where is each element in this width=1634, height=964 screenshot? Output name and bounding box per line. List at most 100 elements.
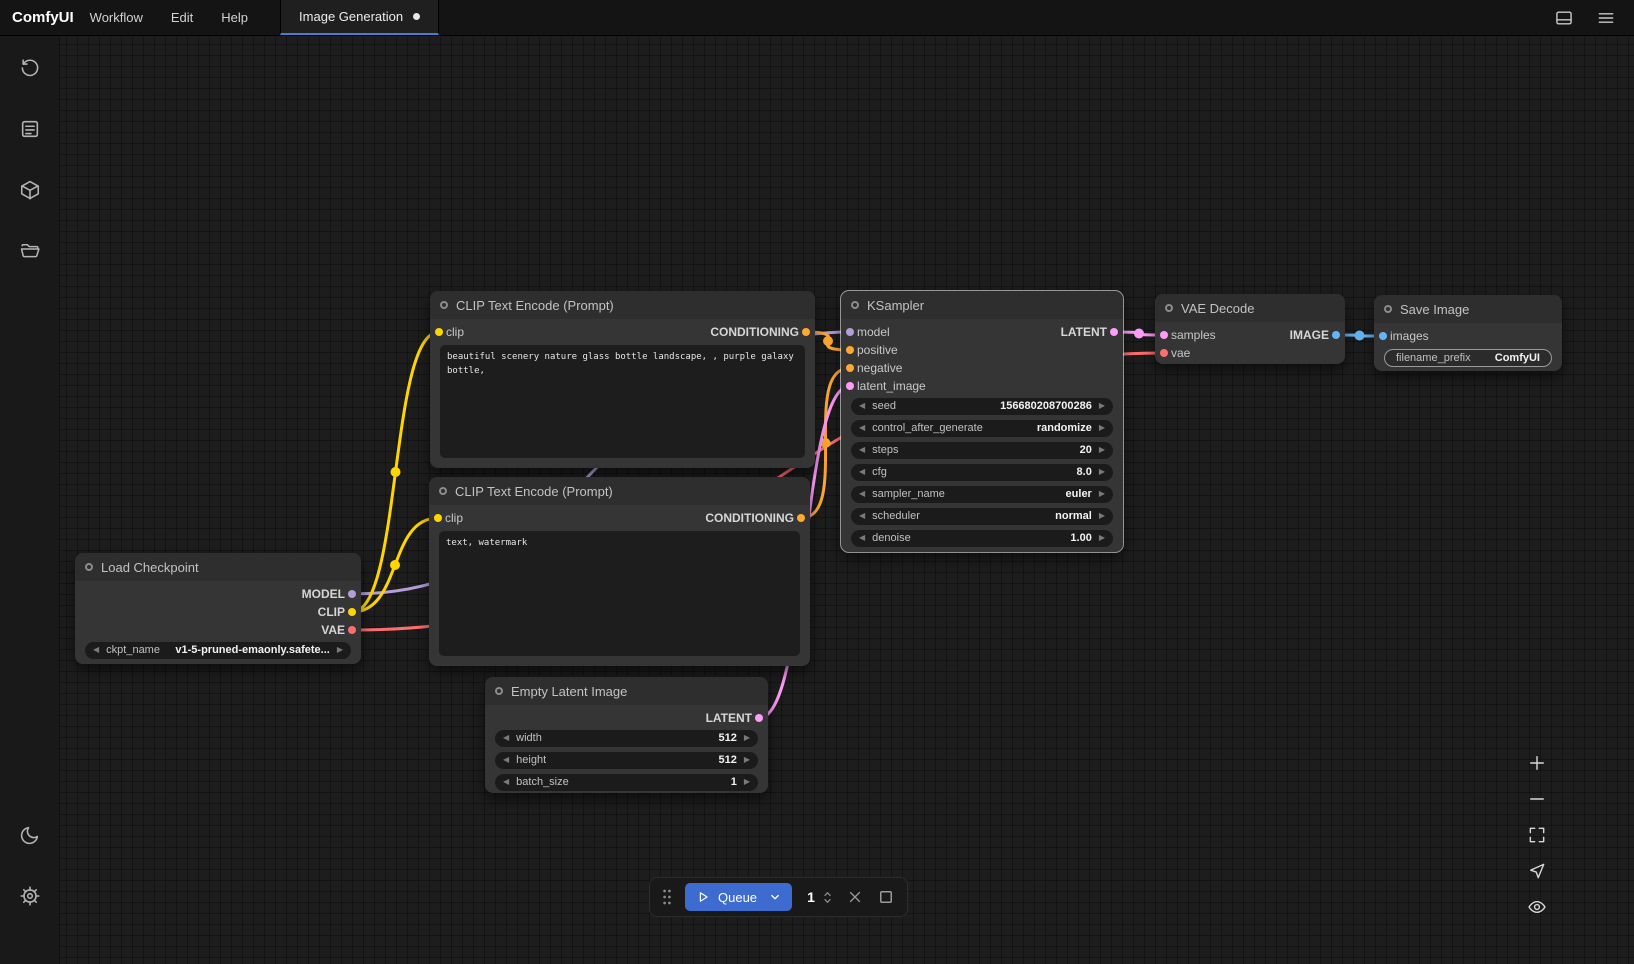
collapse-toggle-icon[interactable] — [851, 301, 859, 309]
output-slot-LATENT[interactable] — [1110, 328, 1118, 336]
increment-arrow-icon[interactable]: ▶ — [1099, 402, 1105, 410]
node-header[interactable]: Load Checkpoint — [75, 553, 361, 581]
node-load-checkpoint[interactable]: Load CheckpointMODELCLIPVAE◀ckpt_namev1-… — [75, 553, 361, 664]
output-slot-CLIP[interactable] — [348, 608, 356, 616]
prompt-textarea[interactable]: beautiful scenery nature glass bottle la… — [440, 345, 805, 458]
node-vae-decode[interactable]: VAE DecodesamplesIMAGEvae — [1155, 294, 1345, 364]
clear-queue-icon[interactable] — [846, 888, 864, 906]
widget-cfg[interactable]: ◀cfg8.0▶ — [851, 464, 1113, 481]
app-logo[interactable]: ComfyUI — [0, 0, 90, 35]
node-clip-text-encode-negative[interactable]: CLIP Text Encode (Prompt)clipCONDITIONIN… — [429, 477, 810, 666]
node-clip-text-encode-positive[interactable]: CLIP Text Encode (Prompt)clipCONDITIONIN… — [430, 291, 815, 468]
increment-arrow-icon[interactable]: ▶ — [1099, 490, 1105, 498]
decrement-arrow-icon[interactable]: ◀ — [503, 778, 509, 786]
input-slot-negative[interactable] — [846, 364, 854, 372]
queue-button[interactable]: Queue — [685, 883, 792, 911]
batch-count-spinner-icon[interactable] — [822, 889, 833, 906]
widget-scheduler[interactable]: ◀schedulernormal▶ — [851, 508, 1113, 525]
node-header[interactable]: CLIP Text Encode (Prompt) — [429, 477, 810, 505]
model-library-icon[interactable] — [10, 170, 50, 210]
theme-toggle-icon[interactable] — [10, 815, 50, 855]
prompt-textarea[interactable]: text, watermark — [439, 531, 800, 656]
menu-workflow[interactable]: Workflow — [90, 10, 143, 25]
node-header[interactable]: Save Image — [1374, 295, 1562, 323]
widget-ckpt_name[interactable]: ◀ckpt_namev1-5-pruned-emaonly.safete...▶ — [85, 642, 351, 659]
decrement-arrow-icon[interactable]: ◀ — [859, 446, 865, 454]
input-slot-positive[interactable] — [846, 346, 854, 354]
zoom-out-icon[interactable] — [1526, 788, 1548, 810]
input-slot-model[interactable] — [846, 328, 854, 336]
widget-width[interactable]: ◀width512▶ — [495, 730, 758, 747]
increment-arrow-icon[interactable]: ▶ — [744, 778, 750, 786]
batch-count-stepper[interactable]: 1 — [805, 889, 833, 906]
node-header[interactable]: KSampler — [841, 291, 1123, 319]
node-library-icon[interactable] — [10, 109, 50, 149]
widget-control_after_generate[interactable]: ◀control_after_generaterandomize▶ — [851, 420, 1113, 437]
menu-edit[interactable]: Edit — [171, 10, 193, 25]
output-slot-IMAGE[interactable] — [1332, 331, 1340, 339]
increment-arrow-icon[interactable]: ▶ — [744, 756, 750, 764]
zoom-in-icon[interactable] — [1526, 752, 1548, 774]
collapse-toggle-icon[interactable] — [85, 563, 93, 571]
drag-handle-icon[interactable] — [662, 888, 672, 906]
widget-filename_prefix[interactable]: filename_prefixComfyUI — [1384, 349, 1552, 367]
fit-view-icon[interactable] — [1526, 824, 1548, 846]
node-header[interactable]: VAE Decode — [1155, 294, 1345, 322]
input-slot-clip[interactable] — [435, 328, 443, 336]
decrement-arrow-icon[interactable]: ◀ — [859, 512, 865, 520]
decrement-arrow-icon[interactable]: ◀ — [859, 424, 865, 432]
widget-denoise[interactable]: ◀denoise1.00▶ — [851, 530, 1113, 547]
toggle-link-visibility-icon[interactable] — [1526, 896, 1548, 918]
increment-arrow-icon[interactable]: ▶ — [337, 646, 343, 654]
collapse-toggle-icon[interactable] — [1165, 304, 1173, 312]
node-canvas[interactable]: Load CheckpointMODELCLIPVAE◀ckpt_namev1-… — [0, 0, 1634, 964]
node-empty-latent-image[interactable]: Empty Latent ImageLATENT◀width512▶◀heigh… — [485, 677, 768, 793]
increment-arrow-icon[interactable]: ▶ — [1099, 468, 1105, 476]
tab-image-generation[interactable]: Image Generation — [280, 0, 439, 35]
widget-height[interactable]: ◀height512▶ — [495, 752, 758, 769]
output-slot-CONDITIONING[interactable] — [797, 514, 805, 522]
workflow-history-icon[interactable] — [10, 48, 50, 88]
input-slot-vae[interactable] — [1160, 349, 1168, 357]
collapse-toggle-icon[interactable] — [1384, 305, 1392, 313]
batch-count-value[interactable]: 1 — [805, 889, 817, 905]
interrupt-icon[interactable] — [877, 888, 895, 906]
decrement-arrow-icon[interactable]: ◀ — [503, 734, 509, 742]
increment-arrow-icon[interactable]: ▶ — [1099, 534, 1105, 542]
increment-arrow-icon[interactable]: ▶ — [744, 734, 750, 742]
input-slot-samples[interactable] — [1160, 331, 1168, 339]
panel-toggle-icon[interactable] — [1554, 8, 1574, 28]
output-slot-VAE[interactable] — [348, 626, 356, 634]
queue-mode-chevron-icon[interactable] — [769, 891, 781, 903]
select-mode-icon[interactable] — [1526, 860, 1548, 882]
increment-arrow-icon[interactable]: ▶ — [1099, 446, 1105, 454]
output-slot-LATENT[interactable] — [755, 714, 763, 722]
hamburger-menu-icon[interactable] — [1596, 8, 1616, 28]
decrement-arrow-icon[interactable]: ◀ — [503, 756, 509, 764]
increment-arrow-icon[interactable]: ▶ — [1099, 512, 1105, 520]
decrement-arrow-icon[interactable]: ◀ — [859, 468, 865, 476]
widget-seed[interactable]: ◀seed156680208700286▶ — [851, 398, 1113, 415]
output-slot-MODEL[interactable] — [348, 590, 356, 598]
menu-help[interactable]: Help — [221, 10, 248, 25]
input-slot-images[interactable] — [1379, 332, 1387, 340]
increment-arrow-icon[interactable]: ▶ — [1099, 424, 1105, 432]
settings-icon[interactable] — [10, 876, 50, 916]
output-slot-CONDITIONING[interactable] — [802, 328, 810, 336]
node-save-image[interactable]: Save Imageimagesfilename_prefixComfyUI — [1374, 295, 1562, 371]
decrement-arrow-icon[interactable]: ◀ — [93, 646, 99, 654]
collapse-toggle-icon[interactable] — [440, 301, 448, 309]
node-header[interactable]: CLIP Text Encode (Prompt) — [430, 291, 815, 319]
node-ksampler[interactable]: KSamplermodelLATENTpositivenegativelaten… — [841, 291, 1123, 552]
widget-steps[interactable]: ◀steps20▶ — [851, 442, 1113, 459]
input-slot-clip[interactable] — [434, 514, 442, 522]
decrement-arrow-icon[interactable]: ◀ — [859, 402, 865, 410]
input-slot-latent_image[interactable] — [846, 382, 854, 390]
collapse-toggle-icon[interactable] — [439, 487, 447, 495]
node-header[interactable]: Empty Latent Image — [485, 677, 768, 705]
widget-batch_size[interactable]: ◀batch_size1▶ — [495, 774, 758, 791]
decrement-arrow-icon[interactable]: ◀ — [859, 490, 865, 498]
decrement-arrow-icon[interactable]: ◀ — [859, 534, 865, 542]
widget-sampler_name[interactable]: ◀sampler_nameeuler▶ — [851, 486, 1113, 503]
workflows-icon[interactable] — [10, 231, 50, 271]
